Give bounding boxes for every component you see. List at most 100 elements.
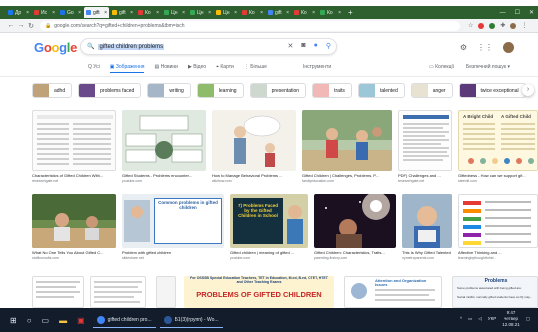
image-result[interactable]: What No One Tells You About Gifted C... … <box>32 194 116 260</box>
close-tab-icon[interactable]: × <box>26 10 29 16</box>
notifications-icon[interactable]: ▢ <box>526 316 530 322</box>
task-view-icon[interactable]: ▭ <box>42 316 50 325</box>
close-tab-icon[interactable]: × <box>234 10 237 16</box>
taskbar-app[interactable]: gifted children pro... <box>92 312 156 328</box>
related-chip[interactable]: anger <box>410 83 453 98</box>
search-input[interactable]: 🔍 gifted children problems ✕ ◙ ● ⚲ <box>80 38 337 55</box>
safe-search-link[interactable]: Безпечний пошук ▾ <box>466 64 510 70</box>
close-tab-icon[interactable]: × <box>260 10 263 16</box>
image-result[interactable]: Gifted Children | Challenges, Problems, … <box>302 110 392 183</box>
close-icon[interactable]: ✕ <box>529 9 534 16</box>
related-chip[interactable]: problems faced <box>78 83 142 98</box>
file-explorer-icon[interactable]: ▬ <box>59 316 67 325</box>
taskbar-app[interactable]: Б1(3)(групп) - Wo... <box>159 312 223 328</box>
google-logo[interactable]: Google <box>34 40 77 55</box>
browser-tab[interactable]: Ко × <box>318 7 343 18</box>
image-result[interactable]: Common problems in gifted children Probl… <box>122 194 224 260</box>
tab-more[interactable]: ⋮ Більше <box>244 64 267 73</box>
related-chip[interactable]: learning <box>196 83 244 98</box>
app-icon[interactable]: ▣ <box>77 316 85 325</box>
related-chip[interactable]: talented <box>357 83 405 98</box>
close-tab-icon[interactable]: × <box>78 10 81 16</box>
browser-tab[interactable]: Др × <box>6 7 31 18</box>
search-submit-icon[interactable]: ⚲ <box>326 42 331 50</box>
close-tab-icon[interactable]: × <box>182 10 185 16</box>
maximize-icon[interactable]: ☐ <box>515 9 520 16</box>
chevron-up-icon[interactable]: ^ <box>460 316 462 321</box>
extension-icon[interactable] <box>478 22 485 29</box>
puzzle-icon[interactable]: ✚ <box>500 22 505 29</box>
browser-tab[interactable]: Цн × <box>188 7 213 18</box>
image-result[interactable]: Problems Some problems associated with b… <box>452 276 538 308</box>
related-chip[interactable]: adhd <box>32 83 73 98</box>
close-tab-icon[interactable]: × <box>312 10 315 16</box>
browser-tab[interactable]: Ко × <box>136 7 161 18</box>
tab-all[interactable]: Q Усі <box>88 64 100 73</box>
profile-icon[interactable] <box>510 22 517 29</box>
clear-icon[interactable]: ✕ <box>288 42 294 50</box>
collections-link[interactable]: ▭ Колекції <box>429 64 454 70</box>
new-tab-button[interactable]: + <box>348 8 353 17</box>
clock[interactable]: 9:47 четвер 12.08.21 <box>502 310 520 328</box>
forward-icon[interactable]: → <box>16 22 26 29</box>
language-indicator[interactable]: УКР <box>488 316 496 321</box>
tab-video[interactable]: ▶ Відео <box>188 64 206 73</box>
image-result[interactable]: Characteristics of Gifted Children With.… <box>32 110 116 183</box>
camera-icon[interactable]: ◙ <box>301 42 305 50</box>
search-icon[interactable]: ○ <box>27 316 32 325</box>
microphone-icon[interactable]: ● <box>314 42 318 50</box>
image-result[interactable]: PDF) Challenges and ... researchgate.net <box>398 110 452 183</box>
search-icon: 🔍 <box>87 44 95 50</box>
volume-icon[interactable]: ◁ <box>478 316 481 322</box>
close-tab-icon[interactable]: × <box>156 10 159 16</box>
image-result[interactable]: A Bright Child A Gifted Child Giftedness… <box>458 110 538 183</box>
tab-images[interactable]: ▣ Зображення <box>109 64 145 73</box>
close-tab-icon[interactable]: × <box>130 10 133 16</box>
network-icon[interactable]: ▭ <box>468 316 472 322</box>
browser-tab[interactable]: Ис × <box>32 7 57 18</box>
windows-start-icon[interactable]: ⊞ <box>10 316 17 325</box>
close-tab-icon[interactable]: × <box>52 10 55 16</box>
close-tab-icon[interactable]: × <box>208 10 211 16</box>
image-result[interactable]: For OSSSB Special Education Teachers, TE… <box>184 276 334 308</box>
chevron-right-icon[interactable]: › <box>522 84 534 96</box>
apps-icon[interactable]: ⋮⋮ <box>477 43 493 52</box>
browser-tab[interactable]: gift × <box>110 7 135 18</box>
image-result[interactable] <box>32 276 84 308</box>
tab-tools[interactable]: Інструменти <box>303 64 331 73</box>
browser-tab[interactable]: gift × <box>84 7 109 18</box>
browser-tab[interactable]: Ко × <box>292 7 317 18</box>
minimize-icon[interactable]: — <box>500 10 506 16</box>
url-field[interactable]: 🔒 google.com/search?q=gifted+children+pr… <box>40 20 460 31</box>
menu-icon[interactable]: ⋮ <box>521 22 527 29</box>
browser-tab[interactable]: gift × <box>266 7 291 18</box>
reload-icon[interactable]: ↻ <box>26 22 36 30</box>
image-result[interactable]: Attention and Organization Issues <box>344 276 442 308</box>
back-icon[interactable]: ← <box>6 22 16 29</box>
star-icon[interactable]: ☆ <box>468 22 473 29</box>
browser-tab[interactable]: Цн × <box>214 7 239 18</box>
avatar[interactable] <box>503 42 514 53</box>
image-result[interactable]: 7) Problems Faced by the Gifted Children… <box>230 194 308 260</box>
settings-icon[interactable]: ⚙ <box>460 43 467 52</box>
tab-news[interactable]: ▤ Новини <box>154 64 178 73</box>
close-tab-icon[interactable]: × <box>338 10 341 16</box>
browser-tab[interactable]: Ко × <box>240 7 265 18</box>
image-result[interactable] <box>90 276 146 308</box>
image-result[interactable]: Affective Thinking and ... learningbytho… <box>458 194 538 260</box>
tab-maps[interactable]: ⌖ Карти <box>216 64 234 73</box>
related-chip[interactable]: writing <box>147 83 191 98</box>
image-result[interactable]: How to Manage Behavioral Problems ... wi… <box>212 110 296 183</box>
browser-tab[interactable]: Go × <box>58 7 83 18</box>
image-result[interactable]: Gifted Students - Problems encounter... … <box>122 110 206 183</box>
extension-icon[interactable] <box>489 22 496 29</box>
image-result[interactable]: This Is Why Gifted Talented Kids ... nym… <box>402 194 452 260</box>
related-chip[interactable]: twice exceptional <box>458 83 526 98</box>
close-tab-icon[interactable]: × <box>286 10 289 16</box>
related-chip[interactable]: presentation <box>249 83 307 98</box>
image-result[interactable] <box>156 276 176 308</box>
browser-tab[interactable]: Цн × <box>162 7 187 18</box>
close-tab-icon[interactable]: × <box>104 10 107 16</box>
related-chip[interactable]: traits <box>312 83 352 98</box>
image-result[interactable]: Gifted Children: Characteristics, Traits… <box>314 194 396 260</box>
